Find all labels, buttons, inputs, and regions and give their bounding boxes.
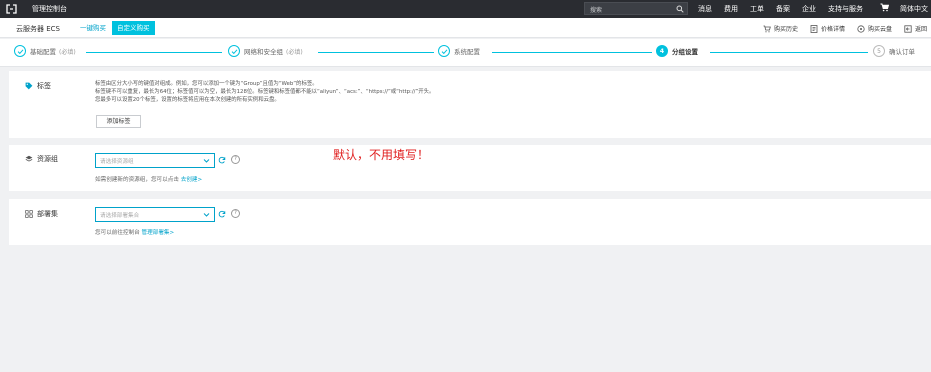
deployment-set-section: 部署集 请选择部署集合 ? 您可以前往控制台 管理部署集> [9,199,931,245]
step-check-icon [228,45,240,57]
return-label: 返回 [915,26,928,33]
resource-group-hint: 如需创建新的资源组，您可以点击 去创建> [95,175,202,183]
tag-section: 标签 标签由区分大小写的键值对组成。例如，您可以添加一个键为“Group”且值为… [9,71,931,138]
cluster-icon [25,210,33,218]
nav-link-tickets[interactable]: 工单 [750,4,764,14]
deployment-set-placeholder: 请选择部署集合 [100,213,140,219]
deployment-set-label: 部署集 [25,209,58,219]
disk-icon [857,24,865,33]
purchase-history-link[interactable]: 购买历史 [763,24,798,33]
resource-group-section: 资源组 请选择资源组 ? 如需创建新的资源组，您可以点击 去创建> [9,145,931,191]
nav-link-icp[interactable]: 备案 [776,4,790,14]
step-check-icon [14,45,26,57]
help-icon[interactable]: ? [231,209,240,218]
nav-link-enterprise[interactable]: 企业 [802,4,816,14]
deployment-set-hint-text: 您可以前往控制台 [95,230,140,236]
annotation-note: 默认，不用填写！ [333,148,430,162]
step-connector [492,52,652,53]
tag-description: 标签由区分大小写的键值对组成。例如，您可以添加一个键为“Group”且值为“We… [95,80,434,104]
purchase-steps: 基础配置 (必填) 网络和安全组 (必填) 系统配置 4 分组设置 5 确认订单 [0,39,931,67]
tab-quick-buy[interactable]: 一键购买 [76,21,110,35]
step-system-config[interactable]: 系统配置 [438,45,483,57]
purchase-history-label: 购买历史 [774,26,799,33]
step-label: 网络和安全组 [244,48,283,56]
resource-group-title: 资源组 [37,155,58,163]
step-check-icon [438,45,450,57]
return-link[interactable]: 返回 [904,24,927,33]
tag-desc-line: 标签由区分大小写的键值对组成。例如，您可以添加一个键为“Group”且值为“We… [95,81,318,87]
resource-group-label: 资源组 [25,154,58,164]
step-connector [86,52,222,53]
search-icon[interactable] [676,5,684,13]
tab-custom-buy[interactable]: 自定义购买 [112,21,155,35]
tag-title: 标签 [37,82,51,90]
console-title[interactable]: 管理控制台 [32,4,67,14]
step-connector [318,52,434,53]
deployment-set-hint: 您可以前往控制台 管理部署集> [95,228,174,236]
step-required: (必填) [59,48,76,56]
manage-deployment-set-link[interactable]: 管理部署集> [142,230,175,236]
header-links: 购买历史 价格详情 购买云盘 返回 [763,24,931,33]
step-label: 确认订单 [889,48,915,56]
language-switch[interactable]: 简体中文 [900,4,928,14]
resource-group-select[interactable]: 请选择资源组 [95,153,215,168]
step-label: 分组设置 [672,48,698,56]
search-input[interactable]: 搜索 [584,2,688,15]
step-basic-config[interactable]: 基础配置 (必填) [14,45,76,57]
receipt-icon [763,25,771,32]
tag-icon [25,82,33,90]
buy-disk-label: 购买云盘 [868,26,893,33]
deployment-set-select[interactable]: 请选择部署集合 [95,207,215,222]
price-detail-link[interactable]: 价格详情 [810,24,845,33]
step-number: 5 [873,45,885,57]
step-group-settings[interactable]: 4 分组设置 [656,45,698,57]
chevron-down-icon [203,213,210,217]
top-nav-links: 消息 费用 工单 备案 企业 支持与服务 [698,4,875,14]
refresh-icon[interactable] [218,210,226,218]
step-number: 4 [656,45,668,57]
nav-link-support[interactable]: 支持与服务 [828,4,863,14]
resource-group-placeholder: 请选择资源组 [100,159,134,165]
tag-desc-line: 标签键不可以重复，最长为64位；标签值可以为空，最长为128位。标签键和标签值都… [95,89,435,95]
step-confirm-order[interactable]: 5 确认订单 [873,45,915,57]
step-label: 系统配置 [454,48,480,56]
chevron-down-icon [203,159,210,163]
nav-link-billing[interactable]: 费用 [724,4,738,14]
price-detail-icon [810,24,818,33]
tag-section-label: 标签 [25,81,51,91]
product-header: 云服务器 ECS 一键购买 自定义购买 购买历史 价格详情 购买云盘 返回 [0,18,931,38]
tag-desc-line: 您最多可以设置20个标签，设置的标签将应用在本次创建的所有实例和云盘。 [95,97,280,103]
step-network-security[interactable]: 网络和安全组 (必填) [228,45,303,57]
cart-icon[interactable] [880,3,889,12]
add-tag-button[interactable]: 添加标签 [96,115,141,128]
help-icon[interactable]: ? [231,155,240,164]
search-placeholder: 搜索 [590,7,603,14]
return-icon [904,24,912,33]
step-connector [710,52,868,53]
price-detail-label: 价格详情 [821,26,846,33]
top-navbar: 管理控制台 搜索 消息 费用 工单 备案 企业 支持与服务 简体中文 [0,0,931,18]
deployment-set-title: 部署集 [37,210,58,218]
product-name: 云服务器 ECS [16,25,60,33]
buy-disk-link[interactable]: 购买云盘 [857,24,892,33]
nav-link-messages[interactable]: 消息 [698,4,712,14]
resource-group-hint-text: 如需创建新的资源组，您可以点击 [95,177,179,183]
step-label: 基础配置 [30,48,56,56]
step-required: (必填) [286,48,303,56]
create-resource-group-link[interactable]: 去创建> [181,177,202,183]
refresh-icon[interactable] [218,156,226,164]
aliyun-logo-icon[interactable] [6,4,17,14]
stack-icon [25,155,33,162]
